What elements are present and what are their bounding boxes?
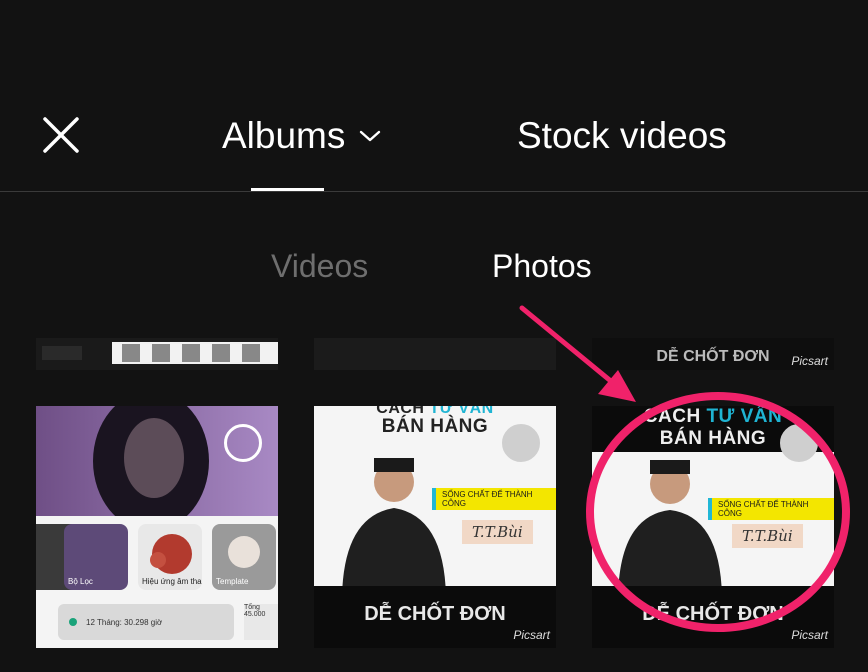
chevron-down-icon (360, 130, 381, 142)
media-thumbnail-3[interactable]: CÁCH TƯ VẤN BÁN HÀNG SỐNG CHẤT ĐỂ THÀNH … (592, 406, 834, 648)
tab-albums-label: Albums (222, 115, 346, 156)
tab-albums[interactable]: Albums (222, 112, 381, 160)
photo-card-3: Template (212, 524, 276, 590)
picsart-watermark: Picsart (791, 354, 828, 368)
stat-bar: 12 Tháng: 30.298 giờ (58, 604, 234, 640)
tab-stock-videos[interactable]: Stock videos (517, 112, 727, 160)
photo-card-1: Bộ Lọc (64, 524, 128, 590)
select-circle[interactable] (780, 424, 818, 462)
media-thumbnail-2[interactable]: CÁCH TƯ VẤN BÁN HÀNG SỐNG CHẤT ĐỂ THÀNH … (314, 406, 556, 648)
picsart-watermark: Picsart (791, 628, 828, 642)
stat-side: Tổng 45.000 (244, 604, 278, 640)
photo-card-2: Hiệu ứng âm thanh (138, 524, 202, 590)
media-thumbnail-top-3[interactable]: DỄ CHỐT ĐƠN Picsart (592, 338, 834, 370)
tab-stock-videos-label: Stock videos (517, 115, 727, 156)
slogan-badge: SỐNG CHẤT ĐỂ THÀNH CÔNG (432, 488, 556, 510)
signature-logo: T.T.Bùi (462, 520, 533, 544)
signature-logo: T.T.Bùi (732, 524, 803, 548)
pointer-arrowhead (598, 370, 636, 402)
media-thumbnail-1[interactable]: Bộ Lọc Hiệu ứng âm thanh Template 12 Thá… (36, 406, 278, 648)
photo-card-label: Hiệu ứng âm thanh (142, 577, 202, 586)
media-thumbnail-top-1[interactable] (36, 338, 278, 370)
media-thumbnail-top-2[interactable] (314, 338, 556, 370)
photo-card-label: Template (216, 577, 249, 586)
select-circle[interactable] (502, 424, 540, 462)
video-cta: DỄ CHỐT ĐƠN (364, 603, 506, 625)
picsart-watermark: Picsart (513, 628, 550, 642)
header-divider (0, 191, 868, 192)
subtab-photos[interactable]: Photos (492, 248, 592, 285)
stat-text: 12 Tháng: 30.298 giờ (86, 617, 163, 627)
subtab-videos[interactable]: Videos (271, 248, 368, 285)
timeline-strip-image (36, 338, 278, 370)
status-dot-icon (69, 618, 77, 626)
select-circle[interactable] (224, 424, 262, 462)
slogan-badge: SỐNG CHẤT ĐỂ THÀNH CÔNG (708, 498, 834, 520)
close-icon (43, 117, 79, 153)
video-cta: DỄ CHỐT ĐƠN (642, 603, 784, 625)
photo-card-label: Bộ Lọc (68, 577, 93, 586)
close-button[interactable] (38, 112, 84, 158)
